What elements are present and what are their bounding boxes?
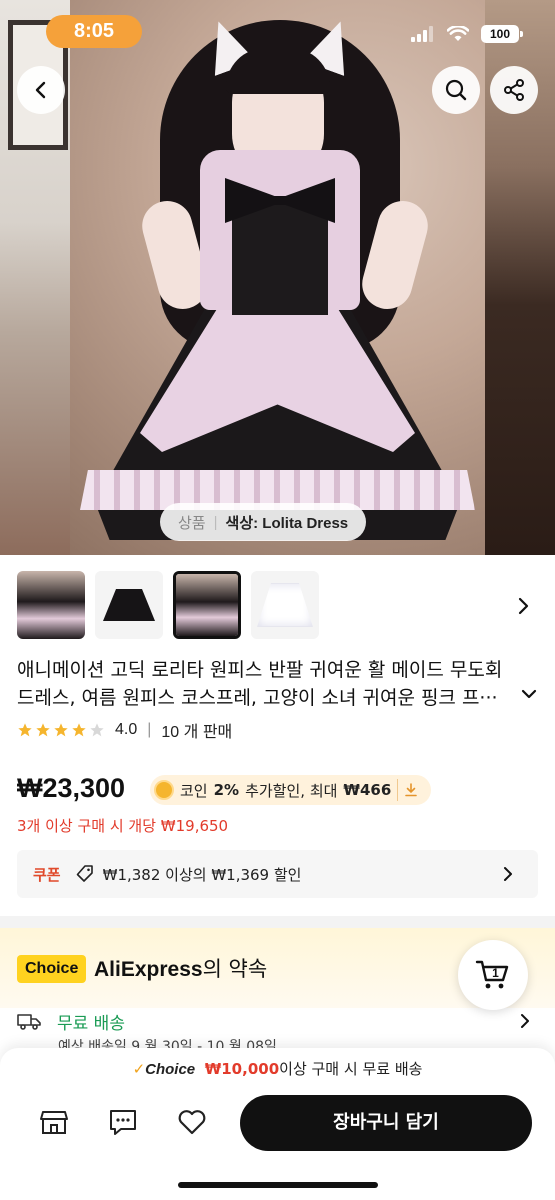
coin-prefix: 코인 — [180, 781, 208, 800]
coin-max: ₩466 — [343, 781, 392, 799]
cellular-signal-icon — [411, 26, 435, 42]
coin-icon — [154, 780, 174, 800]
star-icon — [72, 723, 86, 737]
sold-count: 10 개 판매 — [161, 724, 233, 741]
bulk-price-note: 3개 이상 구매 시 개당 ₩19,650 — [17, 817, 229, 835]
coupon-row[interactable]: 쿠폰 ₩1,382 이상의 ₩1,369 할인 — [17, 850, 538, 898]
rating-row[interactable]: 4.0 | 10 개 판매 — [17, 718, 232, 742]
coin-middle: 추가할인, 최대 — [245, 781, 338, 800]
status-icons: 100 — [411, 24, 523, 44]
thumbnail-2[interactable] — [95, 571, 163, 639]
choice-title-brand: AliExpress — [94, 958, 203, 981]
coin-discount-badge[interactable]: 코인 2% 추가할인, 최대 ₩466 — [150, 775, 432, 805]
rating-score: 4.0 — [115, 721, 138, 738]
cart-count: 1 — [492, 966, 499, 980]
variant-indicator[interactable]: 상품 | 색상: Lolita Dress — [160, 503, 367, 541]
image-bodice — [232, 205, 328, 315]
battery-icon: 100 — [481, 25, 523, 43]
chevron-down-icon[interactable] — [519, 684, 539, 704]
cart-floating-button[interactable]: 1 — [458, 940, 528, 1010]
variant-label: 상품 — [178, 514, 206, 532]
search-button[interactable] — [432, 66, 480, 114]
star-empty-icon — [90, 723, 104, 737]
download-icon — [397, 779, 423, 801]
product-title-line-1: 애니메이션 고딕 로리타 원피스 반팔 귀여운 활 메이드 무도회 — [17, 659, 503, 681]
add-to-cart-button[interactable]: 장바구니 담기 — [240, 1095, 532, 1151]
search-icon — [445, 79, 467, 101]
product-title: 애니메이션 고딕 로리타 원피스 반팔 귀여운 활 메이드 무도회 드레스, 여… — [17, 656, 522, 712]
chevron-right-icon — [504, 867, 512, 881]
promo-amount: ₩10,000 — [204, 1060, 280, 1078]
thumbnail-1[interactable] — [17, 571, 85, 639]
thumbnail-strip — [17, 571, 319, 639]
choice-badge: Choice — [17, 955, 87, 983]
shipping-label: 무료 배송 — [57, 1013, 125, 1034]
coupon-tag: 쿠폰 — [33, 865, 61, 884]
cart-icon: 1 — [475, 960, 509, 989]
share-button[interactable] — [490, 66, 538, 114]
promo-choice: Choice — [145, 1061, 196, 1078]
choice-title-suffix: 의 약속 — [202, 957, 268, 981]
status-time: 8:05 — [46, 15, 142, 48]
store-icon[interactable] — [38, 1106, 70, 1138]
wifi-icon — [447, 26, 469, 41]
message-icon[interactable] — [107, 1106, 139, 1138]
share-icon — [504, 79, 524, 101]
thumbnail-3-image — [176, 574, 238, 636]
star-icon — [36, 723, 50, 737]
star-icon — [54, 723, 68, 737]
thumbnail-4-image — [257, 583, 313, 627]
coin-percent: 2% — [213, 781, 240, 799]
coupon-text: ₩1,382 이상의 ₩1,369 할인 — [102, 865, 302, 884]
product-price: ₩23,300 — [17, 773, 126, 803]
free-shipping-promo: ✓Choice ₩10,000이상 구매 시 무료 배송 — [0, 1058, 555, 1079]
chevron-right-icon[interactable] — [513, 594, 533, 618]
shipping-row[interactable]: 무료 배송 — [17, 1006, 538, 1036]
back-button[interactable] — [17, 66, 65, 114]
variant-separator: | — [213, 513, 218, 531]
variant-value: 색상: Lolita Dress — [225, 514, 349, 532]
thumbnail-4[interactable] — [251, 571, 319, 639]
choice-title: AliExpress의 약속 — [94, 955, 267, 984]
rating-separator: | — [147, 721, 152, 738]
thumbnail-1-image — [17, 571, 85, 639]
product-title-line-2: 드레스, 여름 원피스 코스프레, 고양이 소녀 귀여운 핑크 프··· — [17, 687, 498, 709]
truck-icon — [17, 1014, 41, 1030]
thumbnail-2-image — [103, 589, 155, 621]
thumbnail-3[interactable] — [173, 571, 241, 639]
home-indicator — [178, 1182, 378, 1188]
chevron-left-icon — [35, 81, 46, 99]
check-icon: ✓ — [132, 1060, 146, 1078]
price-tag-icon — [76, 865, 93, 882]
chevron-right-icon — [521, 1014, 529, 1028]
promo-suffix: 이상 구매 시 무료 배송 — [279, 1060, 423, 1078]
star-icon — [18, 723, 32, 737]
section-divider — [0, 916, 555, 928]
heart-icon[interactable] — [176, 1106, 208, 1138]
